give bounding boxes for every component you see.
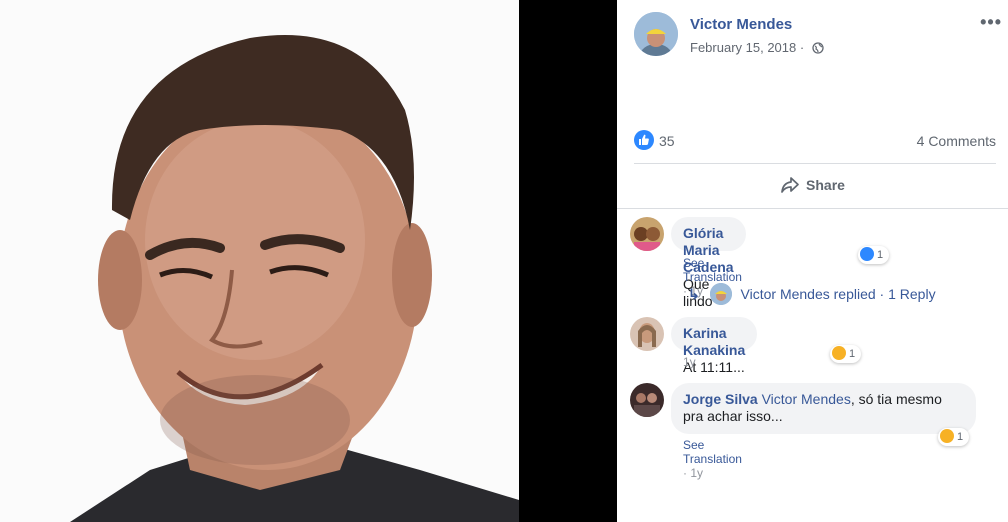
globe-icon xyxy=(812,42,824,57)
view-replies-link[interactable]: ↳ Victor Mendes replied · 1 Reply xyxy=(688,283,936,305)
commenter-avatar[interactable] xyxy=(630,217,664,251)
comment-age[interactable]: 1y xyxy=(690,466,703,480)
portrait-image xyxy=(0,0,519,522)
commenter-avatar[interactable] xyxy=(630,383,664,417)
reply-arrow-icon: ↳ xyxy=(688,286,700,302)
share-button[interactable]: Share xyxy=(617,176,1008,197)
like-count[interactable]: 35 xyxy=(659,133,675,149)
reaction-count: 1 xyxy=(957,431,964,443)
divider xyxy=(617,208,1008,209)
replier-avatar xyxy=(709,283,732,305)
comment-bubble: Karina Kanakina At 11:11... xyxy=(671,317,758,375)
comment-reaction-badge[interactable]: 1 xyxy=(858,246,890,264)
haha-reaction-icon xyxy=(940,429,954,443)
comments-count-link[interactable]: 4 Comments xyxy=(917,133,996,149)
post-side-panel: Victor Mendes February 15, 2018 · ••• 35… xyxy=(617,0,1008,522)
reaction-count: 1 xyxy=(849,348,856,360)
like-reaction-icon xyxy=(860,247,874,261)
comment-meta: See Translation · 1y xyxy=(683,438,742,480)
post-header: Victor Mendes February 15, 2018 · ••• xyxy=(634,12,1004,62)
share-label: Share xyxy=(806,177,845,193)
comment-bubble: Jorge Silva Victor Mendes, só tia mesmo … xyxy=(671,383,976,434)
comment-reaction-badge[interactable]: 1 xyxy=(830,345,862,363)
post-date[interactable]: February 15, 2018 · xyxy=(690,40,824,57)
post-photo[interactable] xyxy=(0,0,519,522)
see-translation-link[interactable]: See Translation xyxy=(683,256,742,284)
reaction-count: 1 xyxy=(877,249,884,261)
comment-text: , só tia mesmo xyxy=(850,391,942,407)
post-date-text[interactable]: February 15, 2018 · xyxy=(690,40,804,55)
more-options-icon[interactable]: ••• xyxy=(980,12,1002,33)
see-translation-link[interactable]: See Translation xyxy=(683,438,742,466)
commenter-avatar[interactable] xyxy=(630,317,664,351)
comment-reaction-badge[interactable]: 1 xyxy=(938,428,970,446)
haha-reaction-icon xyxy=(832,346,846,360)
commenter-name[interactable]: Jorge Silva xyxy=(683,391,758,407)
comment-age[interactable]: 1y xyxy=(683,355,696,369)
reactions-bar: 35 4 Comments xyxy=(634,130,996,156)
mentioned-user-link[interactable]: Victor Mendes xyxy=(762,391,851,407)
replies-label: Victor Mendes replied · 1 Reply xyxy=(740,286,936,302)
commenter-name[interactable]: Karina Kanakina xyxy=(683,325,745,358)
share-icon xyxy=(780,176,800,197)
comment-text-continued: pra achar isso... xyxy=(683,408,783,424)
author-avatar[interactable] xyxy=(634,12,678,56)
like-reaction-icon[interactable] xyxy=(634,130,654,150)
comment-bubble: Glória Maria Cadena Que lindo xyxy=(671,217,746,309)
comment-meta: 1y xyxy=(683,355,696,369)
photo-viewer xyxy=(0,0,617,522)
divider xyxy=(634,163,996,164)
author-name[interactable]: Victor Mendes xyxy=(690,16,792,33)
